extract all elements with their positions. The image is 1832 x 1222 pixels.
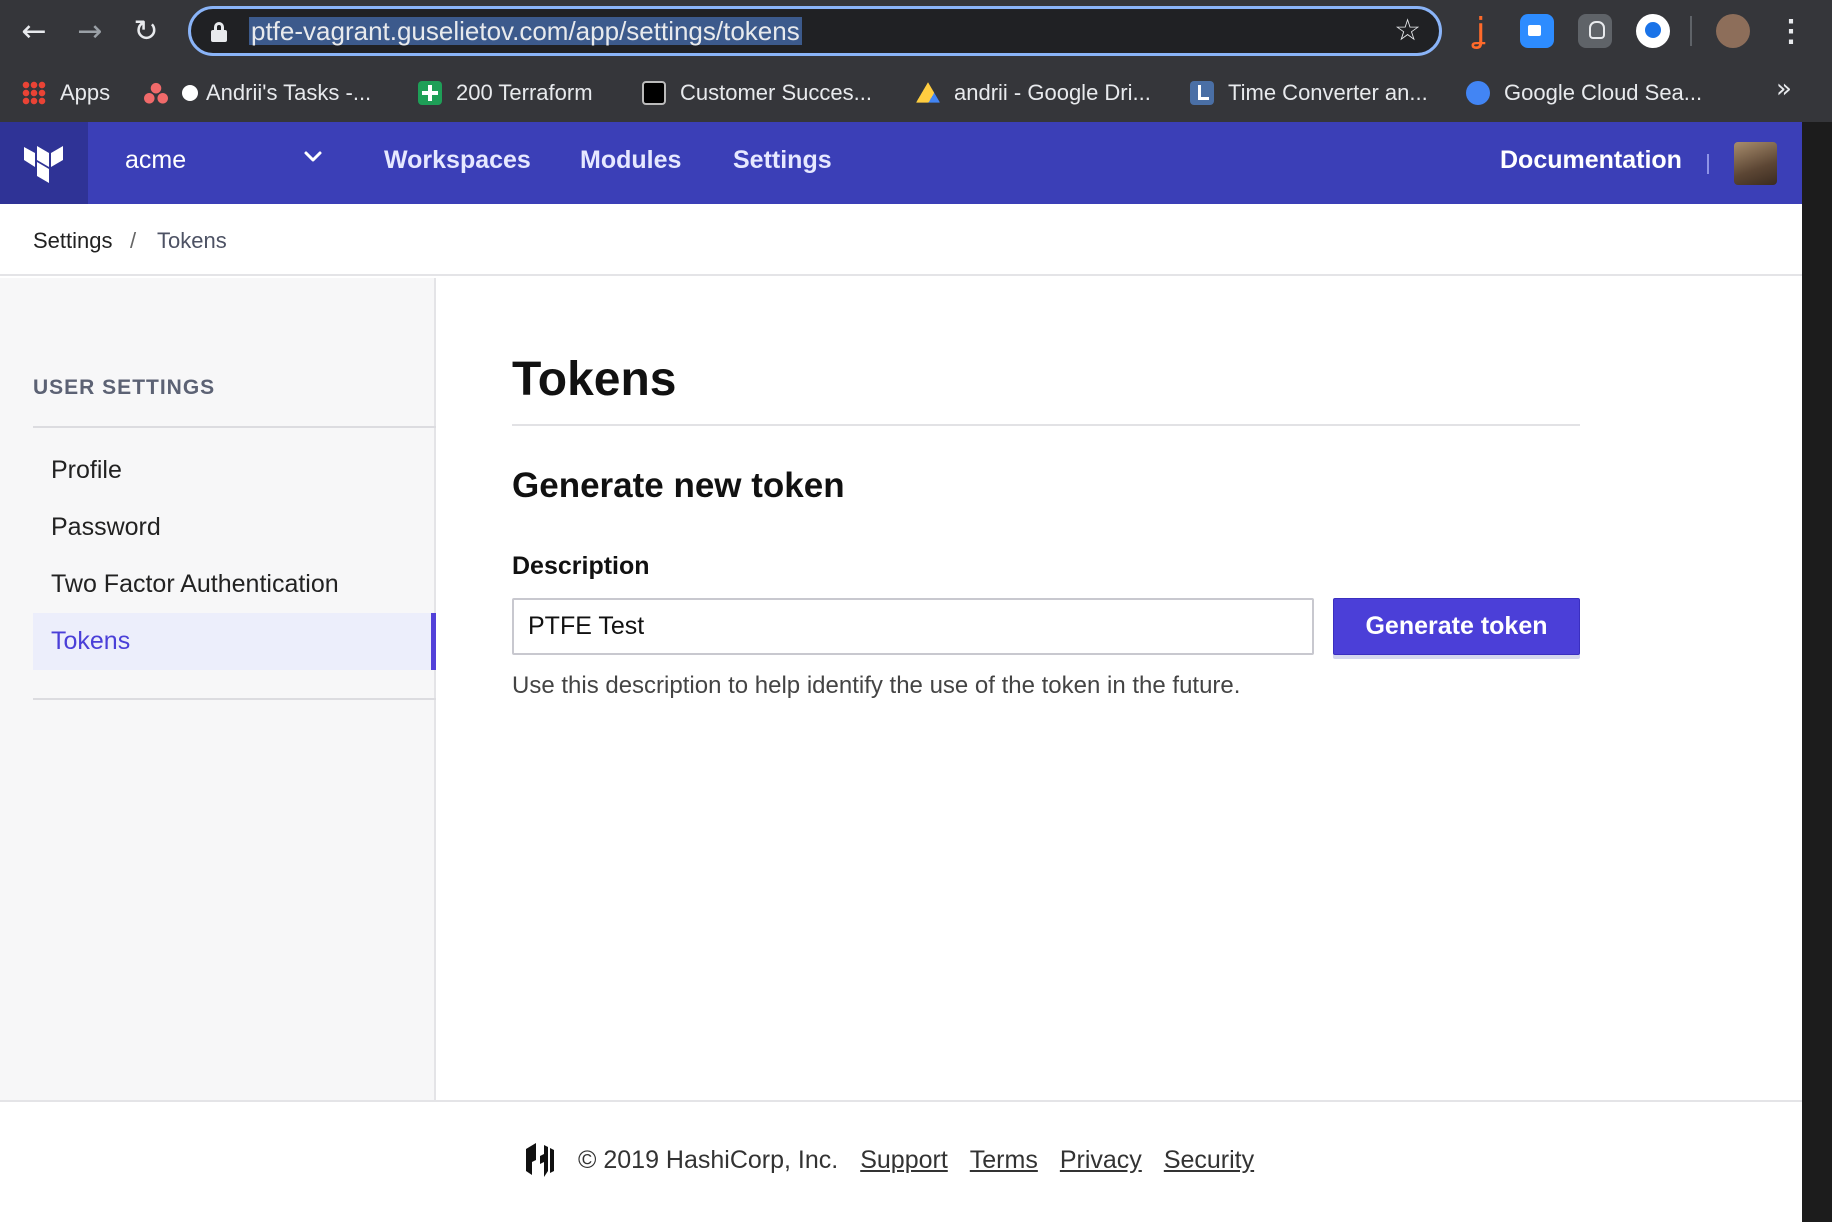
bookmark-label: Customer Succes... bbox=[680, 80, 872, 105]
sidebar-item-password[interactable]: Password bbox=[33, 499, 436, 556]
sidebar-item-profile[interactable]: Profile bbox=[33, 442, 436, 499]
settings-sidebar: USER SETTINGS Profile Password Two Facto… bbox=[0, 278, 436, 1100]
apps-grid-icon bbox=[22, 81, 46, 105]
nav-divider bbox=[1707, 154, 1709, 174]
bookmark-label: Apps bbox=[60, 80, 111, 105]
terraform-logo-mark bbox=[24, 146, 63, 183]
bookmark-customer-success[interactable]: Customer Succes... bbox=[642, 76, 872, 110]
bookmark-apps[interactable]: Apps bbox=[22, 76, 110, 110]
page-viewport: acme Workspaces Modules Settings Documen… bbox=[0, 122, 1802, 1222]
terraform-logo-icon[interactable] bbox=[0, 122, 88, 204]
footer-link-support[interactable]: Support bbox=[860, 1146, 948, 1175]
hashicorp-logo-icon bbox=[526, 1143, 554, 1177]
sidebar-heading: USER SETTINGS bbox=[33, 376, 216, 399]
breadcrumb-current: Tokens bbox=[157, 228, 227, 253]
footer-link-security[interactable]: Security bbox=[1164, 1146, 1254, 1175]
section-title: Generate new token bbox=[512, 466, 845, 505]
sidebar-item-tokens[interactable]: Tokens bbox=[33, 613, 436, 670]
bookmark-google-cloud[interactable]: Google Cloud Sea... bbox=[1466, 76, 1702, 110]
bookmark-star-icon[interactable]: ☆ bbox=[1394, 13, 1421, 48]
back-arrow-icon[interactable]: ← bbox=[14, 12, 54, 52]
browser-profile-avatar[interactable] bbox=[1716, 14, 1750, 48]
nav-workspaces[interactable]: Workspaces bbox=[384, 146, 531, 175]
hashicorp-icon bbox=[642, 81, 666, 105]
breadcrumb-settings[interactable]: Settings bbox=[33, 228, 113, 254]
hook-extension-icon[interactable]: ʝ bbox=[1464, 14, 1498, 48]
nav-documentation[interactable]: Documentation bbox=[1500, 146, 1682, 175]
bookmark-asana-tasks[interactable]: Andrii's Tasks -... bbox=[144, 76, 371, 110]
sidebar-divider bbox=[33, 426, 436, 428]
sidebar-divider bbox=[33, 698, 436, 700]
bookmarks-bar: Apps Andrii's Tasks -... 200 Terraform C… bbox=[0, 64, 1832, 122]
time-converter-icon bbox=[1190, 81, 1214, 105]
top-navigation: acme Workspaces Modules Settings Documen… bbox=[0, 122, 1802, 204]
status-dot bbox=[182, 85, 198, 101]
lightbulb-extension-icon[interactable] bbox=[1578, 14, 1612, 48]
reload-icon[interactable]: ↻ bbox=[126, 12, 166, 52]
breadcrumb: Settings / Tokens bbox=[0, 204, 1802, 276]
browser-toolbar: ← → ↻ ptfe-vagrant.guselietov.com/app/se… bbox=[0, 0, 1832, 64]
info-extension-icon[interactable] bbox=[1636, 14, 1670, 48]
description-help-text: Use this description to help identify th… bbox=[512, 672, 1241, 699]
bookmark-label: 200 Terraform bbox=[456, 80, 593, 105]
breadcrumb-separator: / bbox=[130, 228, 137, 253]
organization-name[interactable]: acme bbox=[125, 146, 186, 175]
bookmark-label: Google Cloud Sea... bbox=[1504, 80, 1703, 105]
zoom-extension-icon[interactable] bbox=[1520, 14, 1554, 48]
asana-icon bbox=[144, 81, 168, 105]
bookmark-terraform-sheet[interactable]: 200 Terraform bbox=[418, 76, 593, 110]
description-label: Description bbox=[512, 552, 650, 580]
footer-copyright: © 2019 HashiCorp, Inc. bbox=[578, 1145, 839, 1174]
footer-link-terms[interactable]: Terms bbox=[970, 1146, 1038, 1175]
sheets-icon bbox=[418, 81, 442, 105]
footer-content: © 2019 HashiCorp, Inc. Support Terms Pri… bbox=[520, 1138, 1276, 1182]
lock-icon[interactable] bbox=[211, 22, 227, 42]
google-cloud-icon bbox=[1466, 81, 1490, 105]
page-title: Tokens bbox=[512, 353, 677, 406]
address-bar[interactable]: ptfe-vagrant.guselietov.com/app/settings… bbox=[188, 6, 1442, 56]
title-divider bbox=[512, 424, 1580, 426]
browser-chrome: ← → ↻ ptfe-vagrant.guselietov.com/app/se… bbox=[0, 0, 1832, 122]
bookmark-label: Andrii's Tasks -... bbox=[206, 80, 372, 105]
bookmark-google-drive[interactable]: andrii - Google Dri... bbox=[916, 76, 1151, 110]
nav-modules[interactable]: Modules bbox=[580, 146, 681, 175]
url-text[interactable]: ptfe-vagrant.guselietov.com/app/settings… bbox=[249, 17, 802, 45]
bookmarks-overflow-icon[interactable]: » bbox=[1776, 74, 1792, 104]
footer-link-privacy[interactable]: Privacy bbox=[1060, 1146, 1142, 1175]
sidebar-item-two-factor[interactable]: Two Factor Authentication bbox=[33, 556, 436, 613]
footer: © 2019 HashiCorp, Inc. Support Terms Pri… bbox=[0, 1100, 1802, 1222]
bookmark-label: Time Converter an... bbox=[1228, 80, 1428, 105]
generate-token-button[interactable]: Generate token bbox=[1333, 598, 1580, 655]
user-avatar[interactable] bbox=[1734, 142, 1777, 185]
google-drive-icon bbox=[916, 82, 940, 103]
toolbar-divider bbox=[1690, 16, 1692, 46]
chevron-down-icon[interactable] bbox=[298, 142, 328, 172]
forward-arrow-icon[interactable]: → bbox=[70, 12, 110, 52]
nav-settings[interactable]: Settings bbox=[733, 146, 832, 175]
bookmark-time-converter[interactable]: Time Converter an... bbox=[1190, 76, 1428, 110]
window-edge bbox=[1802, 122, 1832, 1222]
description-input[interactable] bbox=[512, 598, 1314, 655]
bookmark-label: andrii - Google Dri... bbox=[954, 80, 1151, 105]
browser-menu-icon[interactable]: ⋮ bbox=[1776, 12, 1806, 52]
